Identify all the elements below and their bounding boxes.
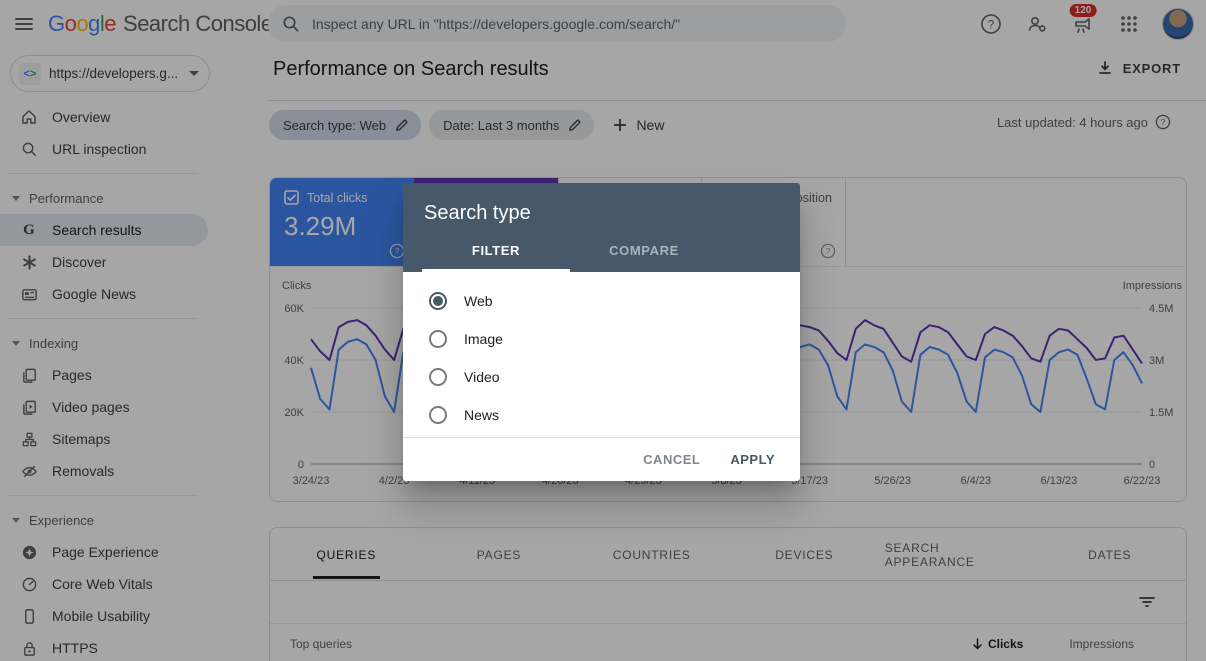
dialog-tabs: FILTER COMPARE	[422, 243, 718, 272]
radio-option-image[interactable]: Image	[403, 320, 800, 358]
tab-filter[interactable]: FILTER	[422, 243, 570, 272]
cancel-button[interactable]: CANCEL	[643, 452, 700, 467]
radio-button[interactable]	[429, 330, 447, 348]
radio-button[interactable]	[429, 406, 447, 424]
tab-compare[interactable]: COMPARE	[570, 243, 718, 272]
radio-option-news[interactable]: News	[403, 396, 800, 434]
dialog-title: Search type	[403, 183, 800, 225]
radio-label: News	[464, 407, 499, 423]
search-type-dialog: Search type FILTER COMPARE Web Image Vid…	[403, 183, 800, 481]
radio-button[interactable]	[429, 292, 447, 310]
radio-label: Image	[464, 331, 503, 347]
radio-button[interactable]	[429, 368, 447, 386]
radio-label: Video	[464, 369, 500, 385]
dialog-header: Search type FILTER COMPARE	[403, 183, 800, 272]
radio-option-web[interactable]: Web	[403, 282, 800, 320]
radio-label: Web	[464, 293, 493, 309]
dialog-footer: CANCEL APPLY	[403, 437, 800, 481]
apply-button[interactable]: APPLY	[730, 452, 775, 467]
dialog-body: Web Image Video News	[403, 272, 800, 437]
radio-option-video[interactable]: Video	[403, 358, 800, 396]
search-console-app: Google Search Console ? 120	[0, 0, 1206, 661]
